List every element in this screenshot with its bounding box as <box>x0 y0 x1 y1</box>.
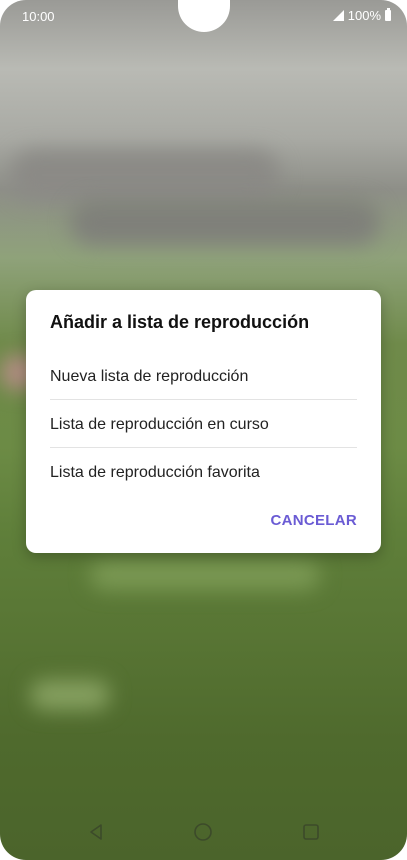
phone-screen: 10:00 100% Añadir a lista de reproducció… <box>0 0 407 860</box>
option-new-playlist[interactable]: Nueva lista de reproducción <box>50 353 357 401</box>
blurred-shape <box>30 680 110 710</box>
status-time: 10:00 <box>22 9 55 24</box>
add-to-playlist-dialog: Añadir a lista de reproducción Nueva lis… <box>26 290 381 553</box>
back-button[interactable] <box>82 818 110 846</box>
navigation-bar <box>0 804 407 860</box>
battery-icon <box>385 8 391 21</box>
cancel-button[interactable]: CANCELAR <box>270 512 357 529</box>
blurred-shape <box>70 200 380 245</box>
recents-button[interactable] <box>297 818 325 846</box>
divider <box>50 399 357 400</box>
blurred-shape <box>10 150 280 200</box>
option-favorite-playlist[interactable]: Lista de reproducción favorita <box>50 449 357 497</box>
blurred-shape <box>90 560 320 590</box>
option-current-playlist[interactable]: Lista de reproducción en curso <box>50 401 357 449</box>
recents-icon <box>303 824 319 840</box>
battery-percentage: 100% <box>347 8 381 23</box>
home-icon <box>194 823 212 841</box>
signal-icon <box>332 10 344 21</box>
status-bar: 10:00 100% <box>0 0 407 30</box>
home-button[interactable] <box>189 818 217 846</box>
dialog-title: Añadir a lista de reproducción <box>50 312 310 332</box>
status-right-group: 100% <box>332 8 391 23</box>
divider <box>50 447 357 448</box>
back-icon <box>90 824 102 840</box>
